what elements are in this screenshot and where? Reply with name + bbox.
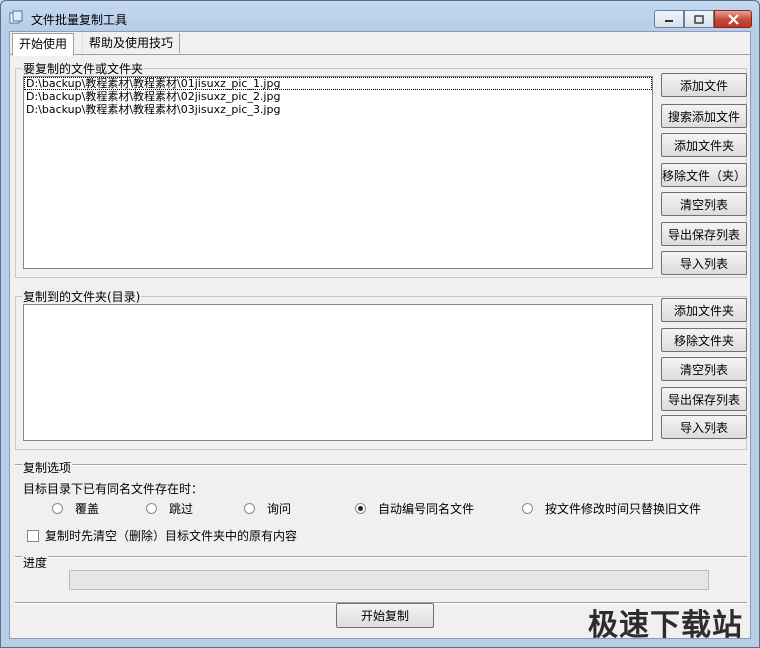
tab-start[interactable]: 开始使用 bbox=[12, 33, 75, 56]
options-separator bbox=[15, 464, 747, 466]
maximize-icon bbox=[694, 14, 704, 24]
radio-auto-number[interactable]: 自动编号同名文件 bbox=[355, 500, 474, 517]
radio-overwrite[interactable]: 覆盖 bbox=[52, 500, 99, 517]
checkbox-label: 复制时先清空（删除）目标文件夹中的原有内容 bbox=[45, 529, 298, 543]
radio-skip[interactable]: 跳过 bbox=[146, 500, 193, 517]
tab-help[interactable]: 帮助及使用技巧 bbox=[82, 33, 181, 53]
export-dest-list-button[interactable]: 导出保存列表 bbox=[661, 387, 747, 411]
source-file-list[interactable]: D:\backup\教程素材\教程素材\01jisuxz_pic_1.jpg D… bbox=[23, 76, 653, 269]
progress-bar bbox=[69, 570, 709, 590]
radio-label: 自动编号同名文件 bbox=[378, 502, 475, 516]
client-area: 开始使用 帮助及使用技巧 要复制的文件或文件夹 D:\backup\教程素材\教… bbox=[9, 31, 751, 639]
import-dest-list-button[interactable]: 导入列表 bbox=[661, 415, 747, 439]
export-source-list-button[interactable]: 导出保存列表 bbox=[661, 222, 747, 246]
radio-button[interactable] bbox=[522, 503, 533, 514]
close-icon bbox=[727, 13, 739, 25]
radio-ask[interactable]: 询问 bbox=[244, 500, 291, 517]
dest-group-label: 复制到的文件夹(目录) bbox=[22, 288, 142, 305]
radio-button[interactable] bbox=[244, 503, 255, 514]
start-copy-button[interactable]: 开始复制 bbox=[336, 603, 434, 628]
search-add-file-button[interactable]: 搜索添加文件 bbox=[661, 104, 747, 128]
close-button[interactable] bbox=[714, 10, 752, 28]
checkbox[interactable] bbox=[27, 529, 39, 542]
radio-label: 跳过 bbox=[169, 502, 194, 516]
window-title: 文件批量复制工具 bbox=[31, 13, 128, 27]
clear-dest-list-button[interactable]: 清空列表 bbox=[661, 357, 747, 381]
import-source-list-button[interactable]: 导入列表 bbox=[661, 251, 747, 275]
remove-item-button[interactable]: 移除文件（夹） bbox=[661, 163, 747, 187]
options-prompt: 目标目录下已有同名文件存在时： bbox=[23, 482, 204, 496]
add-dest-folder-button[interactable]: 添加文件夹 bbox=[661, 298, 747, 322]
list-item[interactable]: D:\backup\教程素材\教程素材\03jisuxz_pic_3.jpg bbox=[24, 103, 652, 116]
add-file-button[interactable]: 添加文件 bbox=[661, 73, 747, 97]
list-item[interactable]: D:\backup\教程素材\教程素材\01jisuxz_pic_1.jpg bbox=[24, 77, 652, 90]
app-window: 文件批量复制工具 开始使用 帮助及使用技巧 要复制的文件或文件夹 D:\back… bbox=[0, 0, 760, 648]
copy-app-icon bbox=[9, 10, 23, 24]
remove-dest-folder-button[interactable]: 移除文件夹 bbox=[661, 328, 747, 352]
maximize-button[interactable] bbox=[684, 10, 714, 28]
list-item[interactable]: D:\backup\教程素材\教程素材\02jisuxz_pic_2.jpg bbox=[24, 90, 652, 103]
progress-label: 进度 bbox=[22, 554, 49, 571]
progress-separator bbox=[15, 556, 747, 558]
title-bar[interactable]: 文件批量复制工具 bbox=[1, 1, 759, 31]
watermark-text: 极速下载站 bbox=[588, 608, 743, 643]
radio-replace-older[interactable]: 按文件修改时间只替换旧文件 bbox=[522, 500, 701, 517]
radio-button[interactable] bbox=[355, 503, 366, 514]
tab-strip: 开始使用 帮助及使用技巧 bbox=[10, 32, 750, 56]
radio-label: 询问 bbox=[267, 502, 292, 516]
clear-source-list-button[interactable]: 清空列表 bbox=[661, 192, 747, 216]
radio-button[interactable] bbox=[146, 503, 157, 514]
radio-label: 覆盖 bbox=[75, 502, 100, 516]
source-group-label: 要复制的文件或文件夹 bbox=[22, 60, 145, 77]
clear-target-checkbox[interactable]: 复制时先清空（删除）目标文件夹中的原有内容 bbox=[27, 527, 297, 544]
dest-folder-list[interactable] bbox=[23, 304, 653, 441]
radio-label: 按文件修改时间只替换旧文件 bbox=[545, 502, 702, 516]
options-label: 复制选项 bbox=[22, 459, 73, 476]
minimize-button[interactable] bbox=[654, 10, 684, 28]
minimize-icon bbox=[665, 20, 673, 22]
radio-button[interactable] bbox=[52, 503, 63, 514]
add-folder-button[interactable]: 添加文件夹 bbox=[661, 133, 747, 157]
